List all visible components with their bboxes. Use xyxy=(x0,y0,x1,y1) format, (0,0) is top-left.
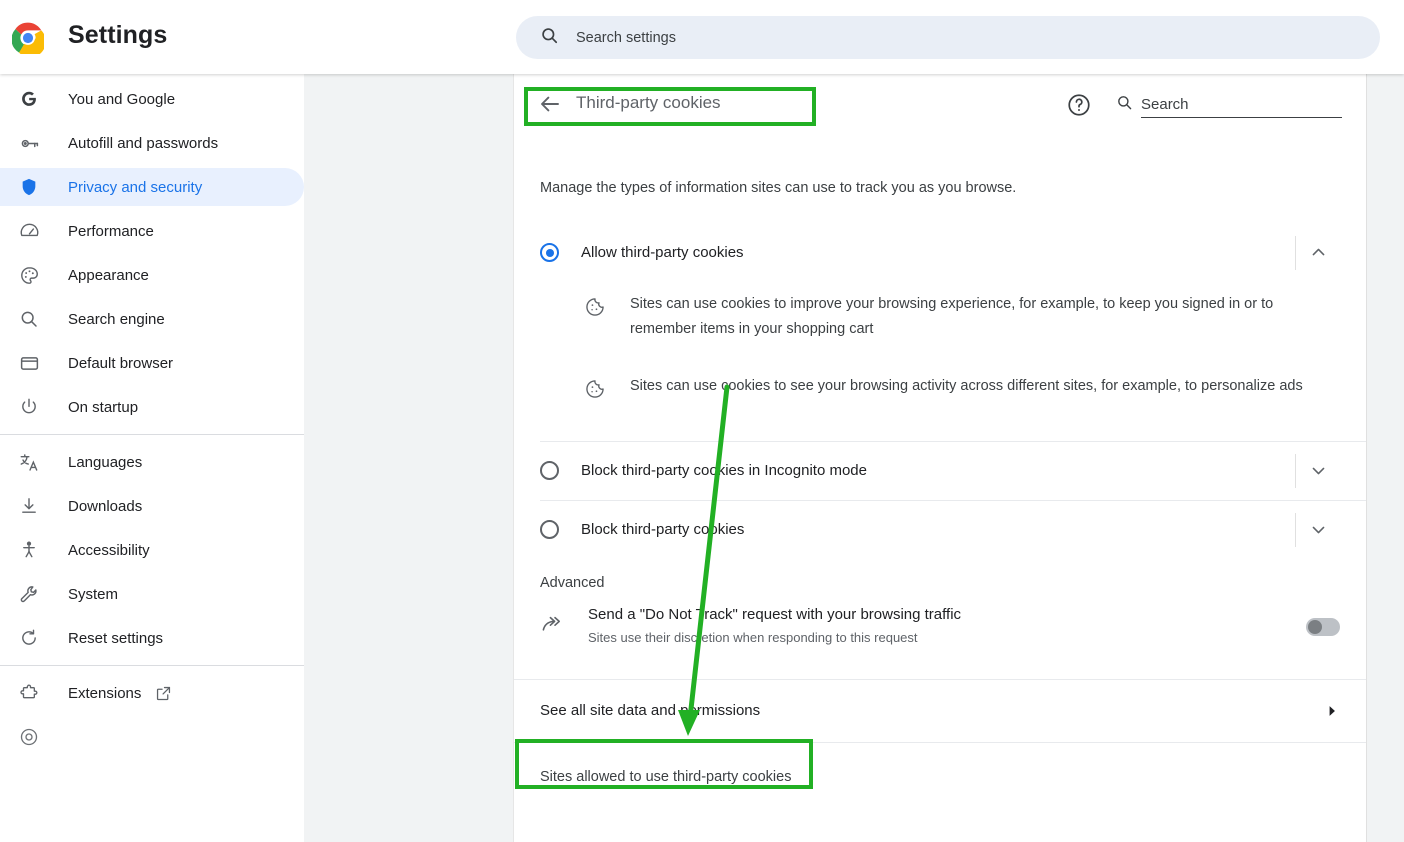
sidebar-item-label: Default browser xyxy=(68,354,174,372)
content-left-edge xyxy=(513,74,514,842)
sidebar-item-search-engine[interactable]: Search engine xyxy=(0,300,304,338)
see-all-site-data-and-permissions[interactable]: See all site data and permissions xyxy=(540,680,1340,742)
option-allow-third-party-cookies[interactable]: Allow third-party cookies xyxy=(540,224,1340,282)
app-title: Settings xyxy=(68,21,168,49)
third-party-cookies-panel: Third-party cookies Search Manage the ty… xyxy=(514,74,1366,842)
sidebar-item-languages[interactable]: Languages xyxy=(0,443,304,481)
content-right-edge xyxy=(1366,74,1367,842)
panel-description: Manage the types of information sites ca… xyxy=(540,180,1017,196)
chevron-up-icon[interactable] xyxy=(1296,243,1340,262)
external-link-icon[interactable] xyxy=(155,685,172,702)
sidebar-item-system[interactable]: System xyxy=(0,575,304,613)
chevron-down-icon[interactable] xyxy=(1296,461,1340,480)
download-icon xyxy=(18,495,40,517)
sidebar-item-label: Accessibility xyxy=(68,541,150,559)
shield-icon xyxy=(18,176,40,198)
cookie-detail-1: Sites can use cookies to improve your br… xyxy=(584,282,1326,352)
sidebar-item-label: On startup xyxy=(68,398,139,416)
option-block-third-party-cookies[interactable]: Block third-party cookies xyxy=(540,501,1340,559)
sidebar-item-performance[interactable]: Performance xyxy=(0,212,304,250)
sidebar-item-label: Privacy and security xyxy=(68,178,203,196)
do-not-track-toggle[interactable] xyxy=(1306,617,1340,636)
top-toolbar: Settings Search settings xyxy=(0,0,1404,74)
magnifier-icon xyxy=(1116,94,1133,116)
sidebar-divider-1 xyxy=(0,434,304,435)
sidebar-item-extensions[interactable]: Extensions xyxy=(0,674,304,712)
option-label: Block third-party cookies in Incognito m… xyxy=(581,462,867,480)
sidebar-item-default-browser[interactable]: Default browser xyxy=(0,344,304,382)
sidebar-divider-2 xyxy=(0,665,304,666)
google-g-icon xyxy=(18,88,40,110)
sidebar-item-label: Appearance xyxy=(68,266,149,284)
restore-icon xyxy=(18,627,40,649)
sidebar-item-label: Reset settings xyxy=(68,629,164,647)
do-not-track-text: Send a "Do Not Track" request with your … xyxy=(588,604,1306,649)
bottom-separator-2 xyxy=(514,741,1366,743)
cookie-icon xyxy=(584,296,608,323)
sidebar-item-label: Autofill and passwords xyxy=(68,134,219,152)
sidebar-item-you-and-google[interactable]: You and Google xyxy=(0,80,304,118)
sidebar-item-label: You and Google xyxy=(68,90,176,108)
option-block-third-party-cookies-incognito[interactable]: Block third-party cookies in Incognito m… xyxy=(540,442,1340,500)
sidebar: You and Google Autofill and passwords Pr… xyxy=(0,74,304,842)
option-label: Block third-party cookies xyxy=(581,521,745,539)
panel-search-placeholder: Search xyxy=(1141,96,1342,118)
settings-page: Settings Search settings You and Google xyxy=(0,0,1404,842)
wrench-icon xyxy=(18,583,40,605)
help-circle-icon[interactable] xyxy=(1066,92,1092,118)
do-not-track-subtitle: Sites use their discretion when respondi… xyxy=(588,629,918,645)
puzzle-icon xyxy=(18,682,40,704)
radio-block-all[interactable] xyxy=(540,520,559,540)
do-not-track-row[interactable]: Send a "Do Not Track" request with your … xyxy=(540,595,1340,659)
sidebar-item-autofill-and-passwords[interactable]: Autofill and passwords xyxy=(0,124,304,162)
sidebar-item-label: System xyxy=(68,585,119,603)
settings-search-input[interactable]: Search settings xyxy=(516,16,1380,59)
magnifier-icon xyxy=(18,308,40,330)
radio-allow-third-party-cookies[interactable] xyxy=(540,243,559,263)
chevron-right-icon[interactable] xyxy=(1324,703,1340,719)
search-icon xyxy=(540,26,559,50)
advanced-heading: Advanced xyxy=(540,574,605,591)
page-title: Third-party cookies xyxy=(576,93,721,112)
palette-icon xyxy=(18,264,40,286)
sidebar-item-label: Performance xyxy=(68,222,154,240)
site-data-link-label: See all site data and permissions xyxy=(540,702,761,720)
translate-icon xyxy=(18,451,40,473)
option-label: Allow third-party cookies xyxy=(581,244,744,262)
chrome-outline-icon xyxy=(18,726,40,748)
radio-block-incognito[interactable] xyxy=(540,461,559,481)
panel-search-input[interactable]: Search xyxy=(1116,94,1342,118)
sidebar-item-on-startup[interactable]: On startup xyxy=(0,388,304,426)
speedometer-icon xyxy=(18,220,40,242)
chrome-logo xyxy=(11,22,46,58)
browser-window-icon xyxy=(18,352,40,374)
sidebar-item-label: Extensions xyxy=(68,684,142,702)
sidebar-item-downloads[interactable]: Downloads xyxy=(0,487,304,525)
sidebar-item-appearance[interactable]: Appearance xyxy=(0,256,304,294)
page-header: Third-party cookies Search xyxy=(514,74,1366,132)
back-arrow-icon[interactable] xyxy=(538,92,562,116)
cookie-detail-text: Sites can use cookies to see your browsi… xyxy=(630,377,1303,394)
do-not-track-title: Send a "Do Not Track" request with your … xyxy=(588,606,962,624)
accessibility-icon xyxy=(18,539,40,561)
settings-search-placeholder: Search settings xyxy=(576,29,676,46)
do-not-track-arrow-icon xyxy=(540,612,566,641)
sidebar-item-reset-settings[interactable]: Reset settings xyxy=(0,619,304,657)
sidebar-item-label: Search engine xyxy=(68,310,165,328)
allowed-sites-heading: Sites allowed to use third-party cookies xyxy=(540,768,792,785)
sidebar-item-accessibility[interactable]: Accessibility xyxy=(0,531,304,569)
power-icon xyxy=(18,396,40,418)
cookie-detail-text: Sites can use cookies to improve your br… xyxy=(630,295,1274,337)
cookie-icon xyxy=(584,378,608,405)
sidebar-item-label: Languages xyxy=(68,453,143,471)
key-icon xyxy=(18,132,40,154)
sidebar-item-about-chrome[interactable] xyxy=(0,718,304,756)
sidebar-item-privacy-and-security[interactable]: Privacy and security xyxy=(0,168,304,206)
sidebar-item-label: Downloads xyxy=(68,497,143,515)
chevron-down-icon[interactable] xyxy=(1296,520,1340,539)
cookie-detail-2: Sites can use cookies to see your browsi… xyxy=(584,364,1326,415)
